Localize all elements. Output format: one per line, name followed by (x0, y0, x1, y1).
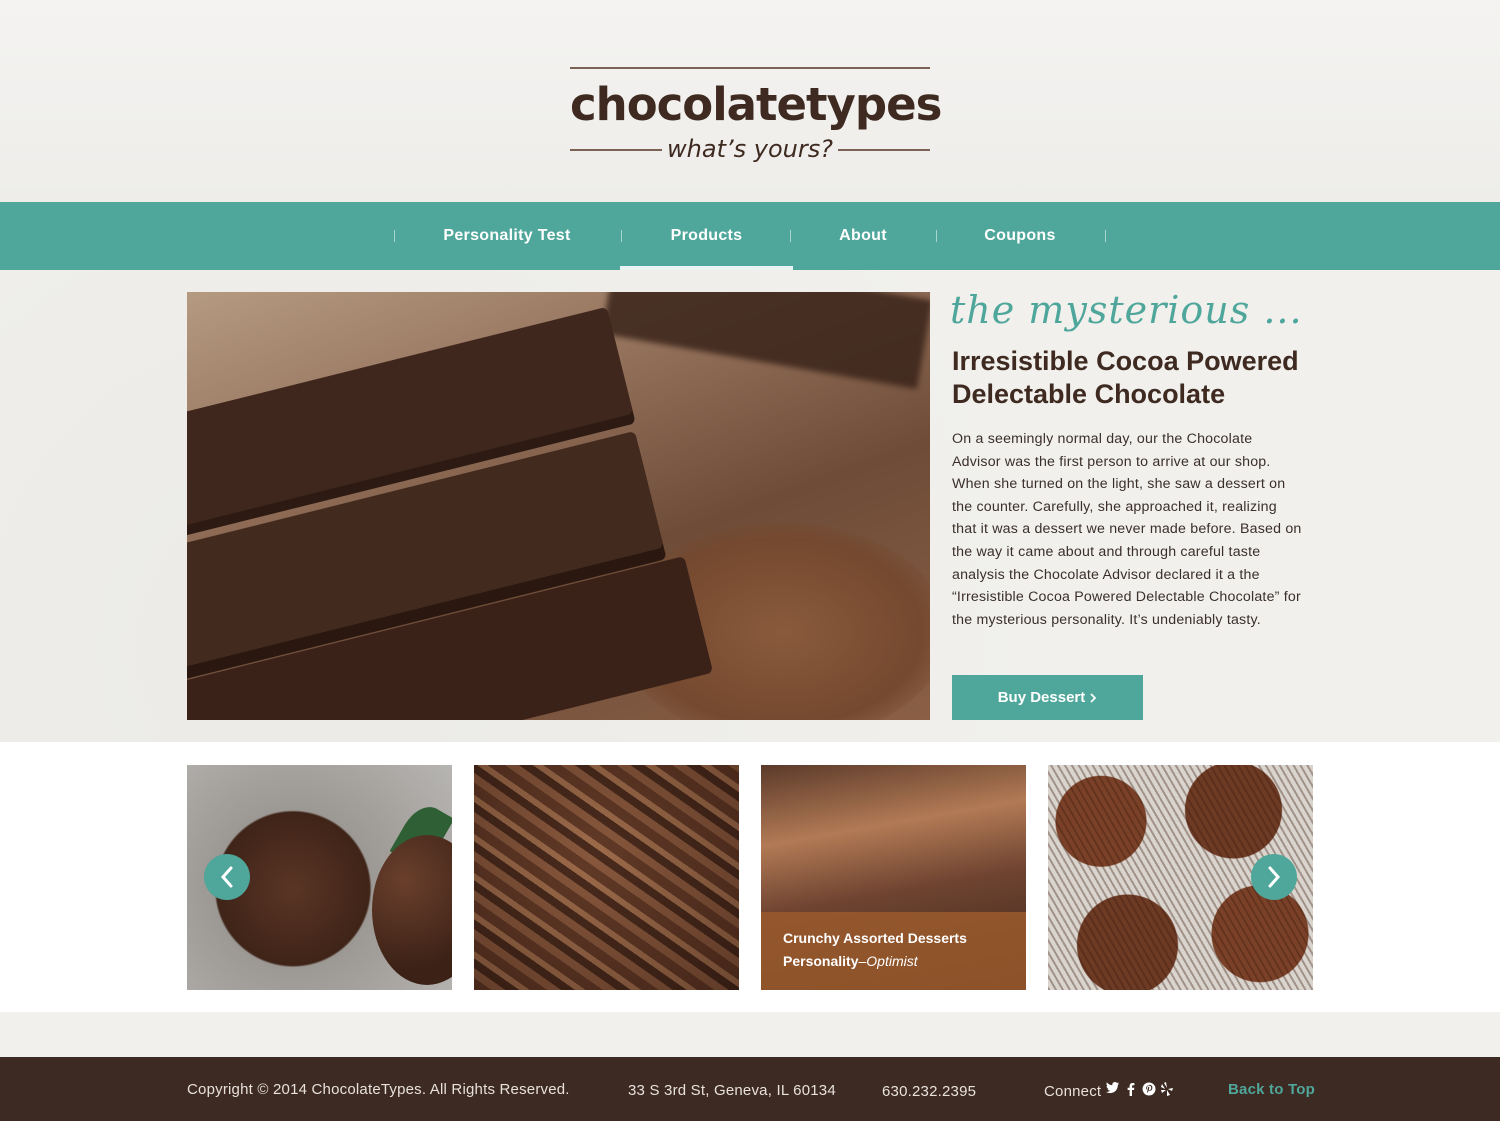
site-header: chocolatetypes what’s yours? (0, 0, 1500, 202)
hero-description: On a seemingly normal day, our the Choco… (952, 431, 1302, 628)
chevron-right-icon (1090, 692, 1097, 703)
facebook-icon[interactable] (1124, 1082, 1138, 1096)
phone-text[interactable]: 630.232.2395 (882, 1083, 976, 1100)
image-detail (372, 835, 452, 985)
logo-rule (570, 67, 930, 69)
hero-title: Irresistible Cocoa Powered Delectable Ch… (952, 346, 1299, 409)
nav-item-personality-test[interactable]: Personality Test (394, 202, 620, 270)
buy-dessert-label: Buy Dessert (997, 689, 1086, 706)
nav-separator (1105, 230, 1106, 242)
carousel-item[interactable]: Crunchy Assorted Desserts Personality–Op… (761, 765, 1026, 990)
image-detail (474, 765, 739, 990)
caption-label: Personality (783, 953, 859, 969)
main-nav: Personality Test Products About Coupons (0, 202, 1500, 270)
yelp-icon[interactable] (1160, 1082, 1174, 1096)
caption-personality: Personality–Optimist (783, 953, 918, 969)
carousel-next-button[interactable] (1251, 854, 1297, 900)
nav-item-label: Products (670, 227, 743, 244)
tagline-rule-left (570, 149, 662, 151)
social-links (1106, 1082, 1174, 1096)
chevron-left-icon (220, 866, 233, 888)
hero-image (187, 292, 930, 720)
back-to-top-link[interactable]: Back to Top (1228, 1081, 1315, 1098)
site-footer: Copyright © 2014 ChocolateTypes. All Rig… (0, 1057, 1500, 1121)
carousel-caption: Crunchy Assorted Desserts Personality–Op… (761, 912, 1026, 990)
caption-value: Optimist (866, 953, 918, 969)
site-title[interactable]: chocolatetypes (570, 79, 942, 131)
tagline-rule-right (838, 149, 930, 151)
copyright-text: Copyright © 2014 ChocolateTypes. All Rig… (187, 1081, 570, 1098)
address-text: 33 S 3rd St, Geneva, IL 60134 (628, 1082, 836, 1099)
twitter-icon[interactable] (1106, 1082, 1120, 1096)
nav-item-coupons[interactable]: Coupons (936, 202, 1104, 270)
connect-label: Connect (1044, 1083, 1102, 1100)
buy-dessert-button[interactable]: Buy Dessert (952, 675, 1143, 720)
nav-item-about[interactable]: About (790, 202, 936, 270)
pinterest-icon[interactable] (1142, 1082, 1156, 1096)
carousel-prev-button[interactable] (204, 854, 250, 900)
hero-script-heading: the mysterious ... (950, 288, 1303, 332)
image-detail (601, 292, 930, 390)
chevron-right-icon (1268, 866, 1281, 888)
caption-title: Crunchy Assorted Desserts (783, 930, 967, 946)
carousel-item[interactable] (474, 765, 739, 990)
nav-item-products[interactable]: Products (620, 202, 793, 270)
tagline-row: what’s yours? (570, 135, 930, 165)
site-tagline: what’s yours? (667, 135, 833, 163)
